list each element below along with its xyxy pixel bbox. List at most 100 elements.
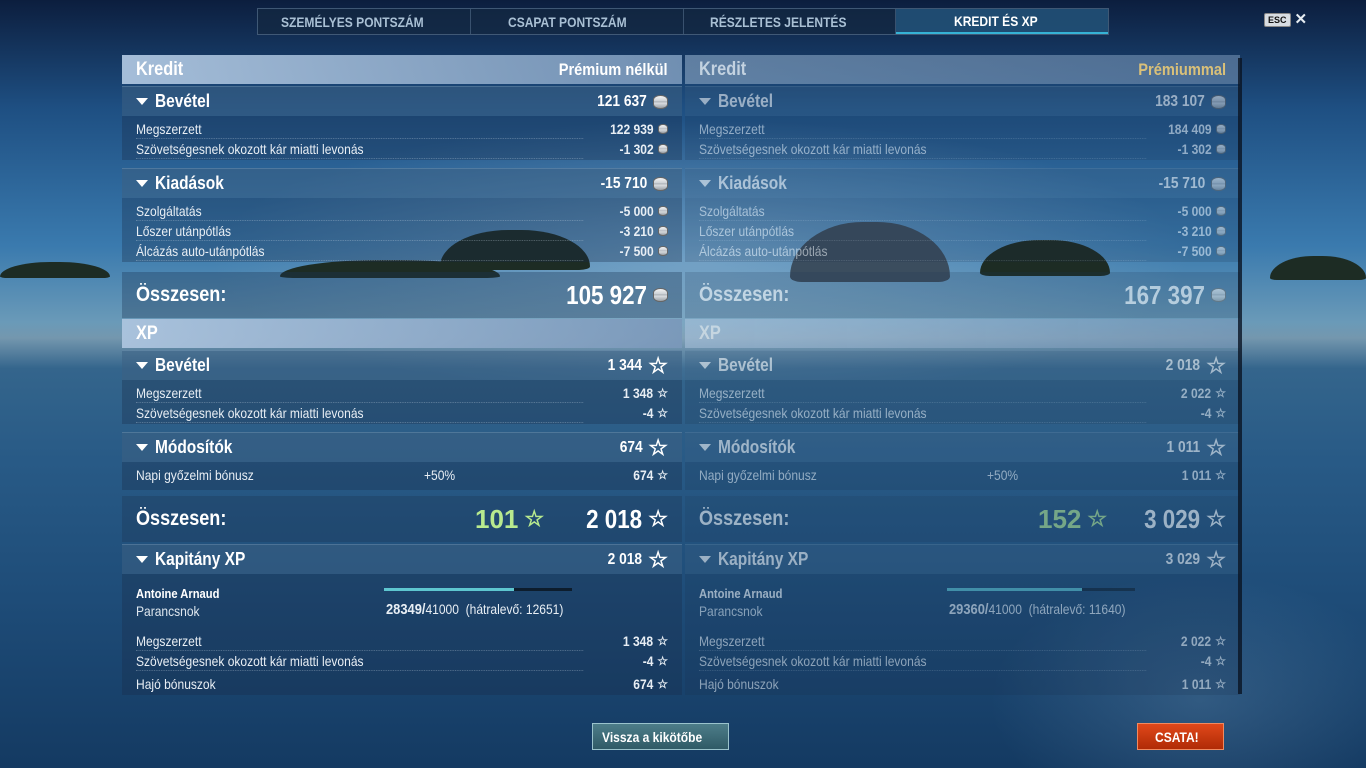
xp-star-icon: ☆ <box>648 434 668 460</box>
section-modifiers[interactable]: Módosítók 1 011 ☆ <box>685 432 1240 462</box>
free-xp-value: 152 <box>1038 503 1082 534</box>
daily-bonus-percent: +50% <box>424 467 456 483</box>
credit-coin-icon <box>1216 246 1226 256</box>
xp-star-icon: ☆ <box>1206 352 1226 378</box>
credit-coin-icon <box>1216 144 1226 154</box>
credit-coin-icon <box>1216 226 1226 236</box>
captain-name: Antoine Arnaud <box>699 586 783 601</box>
tab-detailed-report[interactable]: RÉSZLETES JELENTÉS <box>684 9 897 34</box>
section-modifiers[interactable]: Módosítók 674 ☆ <box>122 432 682 462</box>
section-expenses[interactable]: Kiadások -15 710 <box>122 168 682 198</box>
section-xp-income[interactable]: Bevétel 1 344 ☆ <box>122 350 682 380</box>
section-xp-income[interactable]: Bevétel 2 018 ☆ <box>685 350 1240 380</box>
credit-coin-icon <box>658 144 668 154</box>
credit-coin-icon <box>658 226 668 236</box>
esc-key-label: ESC <box>1264 13 1291 27</box>
collapse-triangle-icon <box>699 444 711 451</box>
section-credit-income[interactable]: Bevétel 183 107 <box>685 86 1240 116</box>
free-xp-value: 101 <box>475 503 519 534</box>
xp-star-icon: ☆ <box>648 506 668 531</box>
scrollbar[interactable] <box>1238 58 1242 694</box>
credit-coin-icon <box>658 124 668 134</box>
section-credit-income[interactable]: Bevétel 121 637 <box>122 86 682 116</box>
xp-star-icon: ☆ <box>648 352 668 378</box>
back-to-port-button[interactable]: Vissza a kikötőbe <box>592 723 729 750</box>
line-captain-penalty: Szövetségesnek okozott kár miatti levoná… <box>699 653 1226 671</box>
xp-star-icon: ☆ <box>657 468 668 482</box>
section-expenses[interactable]: Kiadások -15 710 <box>685 168 1240 198</box>
captain-xp-progress-bar <box>384 588 572 591</box>
xp-star-icon: ☆ <box>648 546 668 572</box>
tab-personal-score[interactable]: SZEMÉLYES PONTSZÁM <box>258 9 471 34</box>
collapse-triangle-icon <box>699 98 711 105</box>
captain-xp-readout: 29360/41000 (hátralevő: 11640) <box>949 601 1126 618</box>
credit-total: Összesen: 105 927 <box>122 272 682 318</box>
xp-header: XP <box>122 319 682 348</box>
credit-coin-icon <box>658 246 668 256</box>
xp-star-icon: ☆ <box>657 634 668 648</box>
section-captain-xp[interactable]: Kapitány XP 2 018 ☆ <box>122 544 682 574</box>
line-ship-bonus: Hajó bónuszok 674 ☆ <box>136 676 668 692</box>
captain-rank: Parancsnok <box>136 603 200 619</box>
captain-rank: Parancsnok <box>699 603 763 619</box>
collapse-triangle-icon <box>136 444 148 451</box>
tab-team-score[interactable]: CSAPAT PONTSZÁM <box>471 9 684 34</box>
xp-star-icon: ☆ <box>1206 434 1226 460</box>
xp-star-icon: ☆ <box>1215 634 1226 648</box>
collapse-triangle-icon <box>699 556 711 563</box>
line-service: Szolgáltatás -5 000 <box>685 201 1240 221</box>
collapse-triangle-icon <box>136 556 148 563</box>
section-captain-xp[interactable]: Kapitány XP 3 029 ☆ <box>685 544 1240 574</box>
xp-star-icon: ☆ <box>1215 386 1226 400</box>
line-ammo-resupply: Lőszer utánpótlás -3 210 <box>685 221 1240 241</box>
line-captain-earned: Megszerzett 1 348 ☆ <box>136 633 668 651</box>
xp-star-icon: ☆ <box>1215 468 1226 482</box>
line-captain-penalty: Szövetségesnek okozott kár miatti levoná… <box>136 653 668 671</box>
xp-star-icon: ☆ <box>657 386 668 400</box>
xp-star-icon: ☆ <box>1206 546 1226 572</box>
line-camo-resupply: Álcázás auto-utánpótlás -7 500 <box>122 241 682 261</box>
tab-bar: SZEMÉLYES PONTSZÁM CSAPAT PONTSZÁM RÉSZL… <box>257 8 1109 35</box>
line-earned: Megszerzett 122 939 <box>122 119 682 139</box>
credit-coin-icon <box>1211 94 1226 109</box>
captain-xp-readout: 28349/41000 (hátralevő: 12651) <box>386 601 564 618</box>
close-button[interactable]: ESC ✕ <box>1264 11 1308 28</box>
credit-coin-icon <box>653 288 668 302</box>
credit-coin-icon <box>1216 206 1226 216</box>
battle-button[interactable]: CSATA! <box>1137 723 1224 750</box>
collapse-triangle-icon <box>136 362 148 369</box>
credit-coin-icon <box>653 94 668 109</box>
line-xp-penalty: Szövetségesnek okozott kár miatti levoná… <box>136 405 668 423</box>
collapse-triangle-icon <box>699 362 711 369</box>
xp-star-icon: ☆ <box>1215 654 1226 668</box>
line-captain-earned: Megszerzett 2 022 ☆ <box>699 633 1226 651</box>
credit-header: Kredit Prémium nélkül <box>122 55 682 84</box>
xp-total: Összesen: 152 ☆ 3 029 ☆ <box>685 496 1240 542</box>
xp-star-icon: ☆ <box>657 677 668 691</box>
credit-coin-icon <box>1216 124 1226 134</box>
credit-header: Kredit Prémiummal <box>685 55 1240 84</box>
line-xp-earned: Megszerzett 1 348 ☆ <box>136 385 668 403</box>
captain-xp-progress-bar <box>947 588 1135 591</box>
line-earned: Megszerzett 184 409 <box>685 119 1240 139</box>
credit-coin-icon <box>1211 176 1226 191</box>
free-xp-star-icon: ☆ <box>1087 506 1108 531</box>
xp-star-icon: ☆ <box>1206 506 1226 531</box>
xp-total: Összesen: 101 ☆ 2 018 ☆ <box>122 496 682 542</box>
line-ally-damage-penalty: Szövetségesnek okozott kár miatti levoná… <box>685 139 1240 159</box>
credit-coin-icon <box>653 176 668 191</box>
xp-star-icon: ☆ <box>1215 677 1226 691</box>
panel-with-premium: Kredit Prémiummal Bevétel 183 107 Megsze… <box>685 55 1240 695</box>
line-xp-penalty: Szövetségesnek okozott kár miatti levoná… <box>699 405 1226 423</box>
line-daily-win-bonus: Napi győzelmi bónusz +50% 1 011 ☆ <box>699 467 1226 483</box>
tab-credits-xp[interactable]: KREDIT ÉS XP <box>896 9 1108 34</box>
daily-bonus-percent: +50% <box>987 467 1019 483</box>
close-icon: ✕ <box>1294 11 1308 28</box>
captain-name: Antoine Arnaud <box>136 586 220 601</box>
line-camo-resupply: Álcázás auto-utánpótlás -7 500 <box>685 241 1240 261</box>
credit-coin-icon <box>1211 288 1226 302</box>
credit-coin-icon <box>658 206 668 216</box>
xp-star-icon: ☆ <box>657 654 668 668</box>
line-xp-earned: Megszerzett 2 022 ☆ <box>699 385 1226 403</box>
xp-header: XP <box>685 319 1240 348</box>
